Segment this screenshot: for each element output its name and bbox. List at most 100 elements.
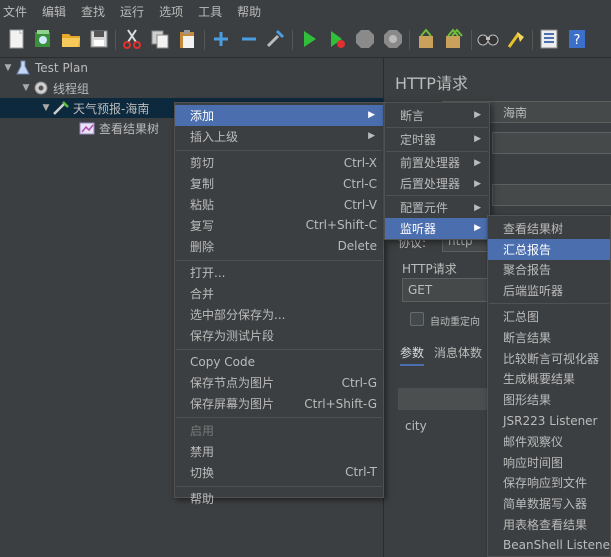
listener-submenu-item-label: 生成概要结果: [503, 372, 576, 387]
add-submenu-item-label: 后置处理器: [400, 177, 461, 192]
context-menu-item-label: 剪切: [190, 156, 215, 171]
listener-submenu-item[interactable]: 响应时间图: [488, 452, 610, 473]
start-no-pause-icon[interactable]: [326, 28, 348, 50]
menu-options[interactable]: 选项: [159, 3, 183, 20]
expand-icon[interactable]: [210, 28, 232, 50]
listener-submenu-item-label: 汇总图: [503, 310, 540, 325]
listener-submenu-item-label: 保存响应到文件: [503, 476, 588, 491]
shortcut-label: Delete: [337, 239, 377, 254]
flask-icon: [14, 60, 32, 76]
listener-submenu-item-label: 查看结果树: [503, 221, 564, 236]
context-menu-item[interactable]: 复写 Ctrl+Shift-C: [175, 215, 383, 236]
listener-submenu-item[interactable]: 邮件观察仪: [488, 431, 610, 452]
shortcut-label: Ctrl+Shift-G: [304, 396, 377, 411]
context-menu-item[interactable]: Copy Code: [175, 352, 383, 373]
add-submenu-item[interactable]: 后置处理器 ▶: [385, 173, 489, 194]
context-menu-item-label: 保存为测试片段: [190, 328, 275, 343]
listener-submenu-item[interactable]: 汇总报告: [488, 238, 610, 260]
context-menu: 添加 ▶ 插入上级 ▶ 剪切 Ctrl-X 复制 Ctrl-C 粘贴 Ctrl-V 复写 Ctrl+S…: [174, 102, 384, 506]
add-submenu-item[interactable]: 监听器 ▶: [385, 218, 489, 239]
method-value: GET: [408, 283, 433, 297]
toggle-icon[interactable]: [264, 28, 286, 50]
shortcut-label: Ctrl-C: [342, 176, 377, 191]
listener-submenu-item[interactable]: 后端监听器: [488, 280, 610, 301]
listener-submenu-item[interactable]: JSR223 Listener: [488, 410, 610, 431]
context-menu-item[interactable]: 保存为测试片段: [175, 325, 383, 346]
chevron-down-icon[interactable]: ▼: [2, 63, 14, 73]
clear-all-icon[interactable]: [443, 28, 465, 50]
collapse-icon[interactable]: [238, 28, 260, 50]
context-menu-item[interactable]: 保存屏幕为图片 Ctrl+Shift-G: [175, 393, 383, 414]
tree-node-test-plan[interactable]: ▼ Test Plan: [2, 58, 88, 78]
menu-tools[interactable]: 工具: [198, 3, 222, 20]
menu-separator: [489, 303, 609, 305]
open-icon[interactable]: [60, 28, 82, 50]
context-menu-item[interactable]: 打开...: [175, 263, 383, 284]
table-row[interactable]: city: [405, 419, 427, 433]
auto-redirect-checkbox[interactable]: [410, 312, 424, 326]
add-submenu-item[interactable]: 断言 ▶: [385, 105, 489, 126]
context-menu-item[interactable]: 切换 Ctrl-T: [175, 462, 383, 483]
context-menu-item[interactable]: 禁用: [175, 441, 383, 462]
context-menu-item[interactable]: 删除 Delete: [175, 236, 383, 257]
chevron-down-icon[interactable]: ▼: [40, 103, 52, 113]
menu-bar: 文件 编辑 查找 运行 选项 工具 帮助: [0, 0, 611, 22]
tab-params[interactable]: 参数: [400, 344, 425, 366]
context-menu-item[interactable]: 保存节点为图片 Ctrl-G: [175, 373, 383, 394]
context-menu-item-label: 插入上级: [190, 129, 239, 144]
cut-icon[interactable]: [121, 28, 143, 50]
listener-submenu-item[interactable]: 聚合报告: [488, 260, 610, 281]
context-menu-item[interactable]: 帮助: [175, 489, 383, 510]
listener-submenu-item[interactable]: 断言结果: [488, 327, 610, 348]
context-menu-item[interactable]: 剪切 Ctrl-X: [175, 153, 383, 174]
context-menu-item[interactable]: 选中部分保存为...: [175, 304, 383, 325]
listener-submenu-item[interactable]: 用表格查看结果: [488, 514, 610, 535]
context-menu-item[interactable]: 添加 ▶: [175, 105, 383, 126]
add-submenu-item[interactable]: 配置元件 ▶: [385, 197, 489, 218]
context-menu-item[interactable]: 粘贴 Ctrl-V: [175, 194, 383, 215]
add-submenu-item[interactable]: 定时器 ▶: [385, 129, 489, 150]
add-submenu-item-label: 配置元件: [400, 201, 449, 216]
new-icon[interactable]: [6, 28, 28, 50]
save-icon[interactable]: [88, 28, 110, 50]
clear-icon[interactable]: [415, 28, 437, 50]
listener-submenu-item[interactable]: 查看结果树: [488, 218, 610, 239]
listener-submenu-item[interactable]: 汇总图: [488, 306, 610, 327]
menu-search[interactable]: 查找: [81, 3, 105, 20]
function-helper-icon[interactable]: [538, 28, 560, 50]
context-menu-item[interactable]: 插入上级 ▶: [175, 126, 383, 147]
start-icon[interactable]: [298, 28, 320, 50]
listener-submenu-item[interactable]: 图形结果: [488, 389, 610, 410]
context-menu-item[interactable]: 复制 Ctrl-C: [175, 173, 383, 194]
search-icon[interactable]: [477, 28, 499, 50]
stop-icon[interactable]: [354, 28, 376, 50]
menu-file[interactable]: 文件: [3, 3, 27, 20]
menu-run[interactable]: 运行: [120, 3, 144, 20]
listener-submenu-item[interactable]: 生成概要结果: [488, 369, 610, 390]
listener-submenu-item[interactable]: 简单数据写入器: [488, 493, 610, 514]
server-field[interactable]: [492, 184, 611, 206]
copy-icon[interactable]: [149, 28, 171, 50]
reset-search-icon[interactable]: [505, 28, 527, 50]
listener-submenu-item[interactable]: 保存响应到文件: [488, 473, 610, 494]
comments-field[interactable]: [492, 132, 611, 154]
tab-body-data[interactable]: 消息体数: [434, 344, 482, 361]
tree-node-thread-group[interactable]: ▼ 线程组: [20, 78, 89, 98]
chevron-down-icon[interactable]: ▼: [20, 83, 32, 93]
listener-submenu-item[interactable]: 比较断言可视化器: [488, 348, 610, 369]
context-menu-item[interactable]: 合并: [175, 283, 383, 304]
add-submenu-item[interactable]: 前置处理器 ▶: [385, 153, 489, 174]
menu-help[interactable]: 帮助: [237, 3, 261, 20]
paste-icon[interactable]: [177, 28, 199, 50]
listener-submenu-item[interactable]: BeanShell Listener: [488, 535, 611, 556]
templates-icon[interactable]: [32, 28, 54, 50]
context-menu-item-label: Copy Code: [190, 355, 255, 370]
add-submenu-item-label: 定时器: [400, 132, 437, 147]
help-icon[interactable]: ?: [566, 28, 588, 50]
listener-submenu-item-label: BeanShell Listener: [503, 538, 611, 553]
menu-edit[interactable]: 编辑: [42, 3, 66, 20]
chart-icon: [78, 120, 96, 136]
shutdown-icon[interactable]: [382, 28, 404, 50]
listener-submenu-item-label: 聚合报告: [503, 263, 552, 278]
tree-node-listener[interactable]: 查看结果树: [78, 118, 159, 138]
